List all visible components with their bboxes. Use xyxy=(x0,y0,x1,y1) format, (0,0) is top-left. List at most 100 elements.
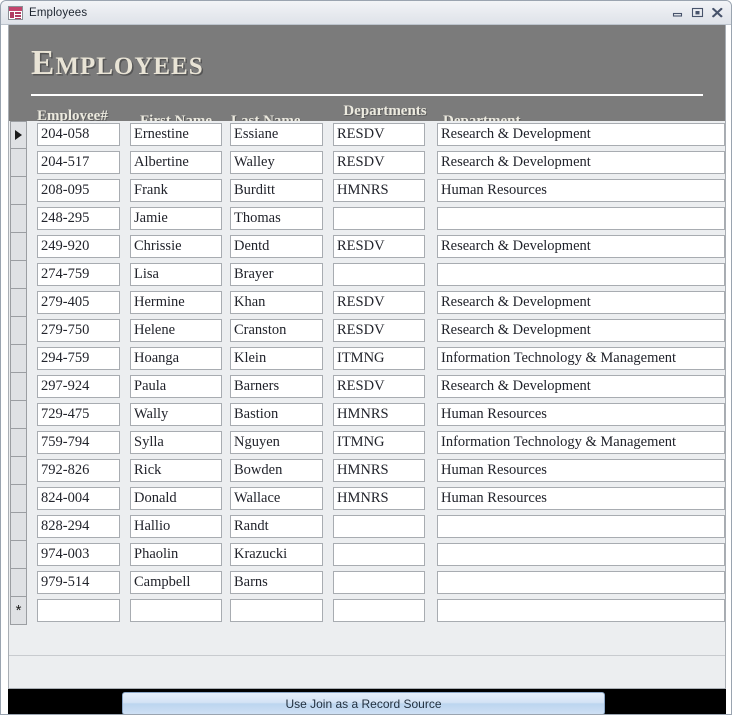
cell-dept-code[interactable] xyxy=(333,571,425,594)
record-selector[interactable] xyxy=(10,233,27,261)
cell-department[interactable]: Research & Development xyxy=(437,291,725,314)
cell-department[interactable] xyxy=(437,263,725,286)
cell-first-name[interactable]: Hoanga xyxy=(130,347,222,370)
cell-first-name[interactable]: Hallio xyxy=(130,515,222,538)
cell-last-name[interactable]: Thomas xyxy=(230,207,323,230)
cell-employee-no[interactable]: 824-004 xyxy=(37,487,120,510)
cell-department[interactable] xyxy=(437,543,725,566)
cell-first-name[interactable]: Wally xyxy=(130,403,222,426)
cell-dept-code[interactable]: ITMNG xyxy=(333,347,425,370)
cell-employee-no[interactable]: 792-826 xyxy=(37,459,120,482)
cell-first-name[interactable]: Paula xyxy=(130,375,222,398)
record-selector[interactable] xyxy=(10,317,27,345)
cell-employee-no[interactable]: 204-058 xyxy=(37,123,120,146)
restore-button[interactable] xyxy=(691,6,704,19)
table-row[interactable]: 274-759 Lisa Brayer xyxy=(9,261,725,289)
cell-department[interactable]: Human Resources xyxy=(437,459,725,482)
record-selector[interactable] xyxy=(10,289,27,317)
record-selector[interactable] xyxy=(10,373,27,401)
cell-department[interactable]: Information Technology & Management xyxy=(437,347,725,370)
cell-dept-code[interactable] xyxy=(333,515,425,538)
cell-first-name[interactable]: Helene xyxy=(130,319,222,342)
table-row[interactable]: 208-095 Frank Burditt HMNRS Human Resources xyxy=(9,177,725,205)
record-selector[interactable] xyxy=(10,177,27,205)
cell-last-name[interactable]: Wallace xyxy=(230,487,323,510)
table-row[interactable]: 729-475 Wally Bastion HMNRS Human Resources xyxy=(9,401,725,429)
cell-department[interactable]: Research & Development xyxy=(437,123,725,146)
window-title-bar[interactable]: Employees xyxy=(1,1,731,25)
table-row[interactable]: 249-920 Chrissie Dentd RESDV Research & Deve… xyxy=(9,233,725,261)
table-row[interactable]: 792-826 Rick Bowden HMNRS Human Resources xyxy=(9,457,725,485)
record-selector[interactable] xyxy=(10,261,27,289)
table-row[interactable]: 979-514 Campbell Barns xyxy=(9,569,725,597)
record-selector[interactable] xyxy=(10,485,27,513)
cell-employee-no[interactable]: 294-759 xyxy=(37,347,120,370)
cell-employee-no[interactable]: 759-794 xyxy=(37,431,120,454)
cell-first-name[interactable]: Frank xyxy=(130,179,222,202)
table-row[interactable]: 204-058 Ernestine Essiane RESDV Research & D… xyxy=(9,121,725,149)
record-selector[interactable] xyxy=(10,429,27,457)
cell-first-name[interactable]: Sylla xyxy=(130,431,222,454)
cell-department[interactable]: Research & Development xyxy=(437,319,725,342)
cell-last-name[interactable]: Brayer xyxy=(230,263,323,286)
cell-first-name[interactable]: Lisa xyxy=(130,263,222,286)
table-row[interactable]: 824-004 Donald Wallace HMNRS Human Resources xyxy=(9,485,725,513)
cell-dept-code[interactable]: ITMNG xyxy=(333,431,425,454)
cell-last-name[interactable]: Barners xyxy=(230,375,323,398)
cell-last-name[interactable]: Klein xyxy=(230,347,323,370)
cell-employee-no[interactable] xyxy=(37,599,120,622)
table-row[interactable]: 759-794 Sylla Nguyen ITMNG Information Techn… xyxy=(9,429,725,457)
cell-department[interactable] xyxy=(437,207,725,230)
cell-dept-code[interactable] xyxy=(333,207,425,230)
cell-dept-code[interactable] xyxy=(333,263,425,286)
cell-department[interactable]: Human Resources xyxy=(437,179,725,202)
cell-dept-code[interactable]: RESDV xyxy=(333,375,425,398)
cell-employee-no[interactable]: 248-295 xyxy=(37,207,120,230)
cell-department[interactable]: Information Technology & Management xyxy=(437,431,725,454)
cell-dept-code[interactable]: HMNRS xyxy=(333,403,425,426)
cell-employee-no[interactable]: 828-294 xyxy=(37,515,120,538)
cell-first-name[interactable] xyxy=(130,599,222,622)
table-row[interactable]: 279-750 Helene Cranston RESDV Research & Dev… xyxy=(9,317,725,345)
cell-dept-code[interactable] xyxy=(333,599,425,622)
cell-dept-code[interactable]: RESDV xyxy=(333,151,425,174)
cell-last-name[interactable]: Essiane xyxy=(230,123,323,146)
table-row[interactable]: 248-295 Jamie Thomas xyxy=(9,205,725,233)
cell-department[interactable]: Human Resources xyxy=(437,403,725,426)
cell-employee-no[interactable]: 297-924 xyxy=(37,375,120,398)
record-selector[interactable] xyxy=(10,121,27,149)
cell-employee-no[interactable]: 204-517 xyxy=(37,151,120,174)
table-row[interactable]: 204-517 Albertine Walley RESDV Research & De… xyxy=(9,149,725,177)
cell-last-name[interactable]: Krazucki xyxy=(230,543,323,566)
cell-employee-no[interactable]: 208-095 xyxy=(37,179,120,202)
cell-last-name[interactable]: Bastion xyxy=(230,403,323,426)
cell-department[interactable]: Human Resources xyxy=(437,487,725,510)
record-selector[interactable] xyxy=(10,149,27,177)
cell-last-name[interactable]: Bowden xyxy=(230,459,323,482)
cell-first-name[interactable]: Donald xyxy=(130,487,222,510)
cell-last-name[interactable]: Dentd xyxy=(230,235,323,258)
minimize-button[interactable] xyxy=(671,6,684,19)
cell-first-name[interactable]: Hermine xyxy=(130,291,222,314)
cell-first-name[interactable]: Campbell xyxy=(130,571,222,594)
table-row[interactable]: 294-759 Hoanga Klein ITMNG Information Techn… xyxy=(9,345,725,373)
record-selector[interactable] xyxy=(10,345,27,373)
cell-department[interactable]: Research & Development xyxy=(437,375,725,398)
table-row[interactable]: 297-924 Paula Barners RESDV Research & Devel… xyxy=(9,373,725,401)
cell-last-name[interactable]: Cranston xyxy=(230,319,323,342)
cell-department[interactable] xyxy=(437,571,725,594)
cell-dept-code[interactable]: HMNRS xyxy=(333,179,425,202)
cell-employee-no[interactable]: 979-514 xyxy=(37,571,120,594)
cell-dept-code[interactable]: HMNRS xyxy=(333,459,425,482)
cell-first-name[interactable]: Ernestine xyxy=(130,123,222,146)
cell-last-name[interactable]: Barns xyxy=(230,571,323,594)
cell-first-name[interactable]: Rick xyxy=(130,459,222,482)
cell-dept-code[interactable]: RESDV xyxy=(333,123,425,146)
cell-employee-no[interactable]: 279-405 xyxy=(37,291,120,314)
record-selector[interactable] xyxy=(10,401,27,429)
cell-dept-code[interactable]: RESDV xyxy=(333,319,425,342)
cell-first-name[interactable]: Jamie xyxy=(130,207,222,230)
cell-last-name[interactable] xyxy=(230,599,323,622)
cell-employee-no[interactable]: 249-920 xyxy=(37,235,120,258)
new-record-row[interactable]: * xyxy=(9,597,725,625)
